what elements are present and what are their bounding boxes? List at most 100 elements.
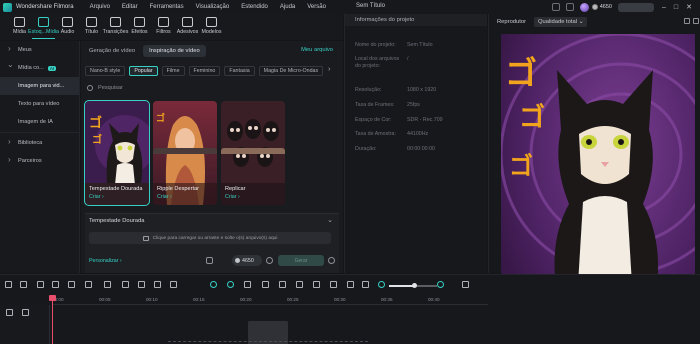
audio-icon: [62, 17, 73, 27]
menu-edit[interactable]: Editar: [122, 4, 138, 10]
card-create-link[interactable]: Criar ›: [89, 194, 104, 200]
magnet-icon[interactable]: [362, 281, 369, 288]
crop-icon[interactable]: [104, 281, 111, 288]
delete-icon[interactable]: [68, 281, 75, 288]
grid-icon[interactable]: [462, 281, 469, 288]
sidebar-item-label: Imagem de IA: [18, 119, 53, 125]
menu-version[interactable]: Versão: [307, 4, 326, 10]
divider: [0, 132, 79, 133]
zoom-in-icon[interactable]: [437, 281, 444, 288]
quality-select[interactable]: Qualidade total ⌄: [534, 17, 588, 27]
transform-icon[interactable]: [122, 281, 129, 288]
generate-button[interactable]: Gerar: [278, 255, 324, 266]
sidebar-item-image-to-video[interactable]: Imagem para vid...: [0, 77, 79, 95]
refresh-icon[interactable]: [266, 257, 273, 264]
layout-icon[interactable]: [5, 281, 12, 288]
filter-microwave-magic[interactable]: Magia De Micro-Ondas: [258, 66, 324, 76]
menu-tools[interactable]: Ferramentas: [150, 4, 184, 10]
tool-stock-media[interactable]: Estoq...Mídia: [28, 14, 59, 39]
tool-effects[interactable]: Efeitos: [128, 14, 151, 35]
help-icon[interactable]: [328, 257, 335, 264]
timeline-ruler[interactable]: 00:00 00:05 00:10 00:15 00:20 00:25 00:3…: [52, 295, 488, 305]
search-placeholder: Pesquisar: [98, 85, 123, 91]
menu-extended[interactable]: Estendido: [241, 4, 268, 10]
tool-filters[interactable]: Filtros: [152, 14, 175, 35]
tab-video-inspiration[interactable]: Inspiração de vídeo: [143, 45, 206, 57]
notification-icon[interactable]: [551, 3, 560, 11]
filter-film[interactable]: Filme: [161, 66, 185, 76]
tool-transitions[interactable]: Transições: [103, 14, 128, 35]
filter-popular[interactable]: Popular: [129, 66, 158, 76]
mic-icon[interactable]: [313, 281, 320, 288]
link-icon[interactable]: [22, 309, 29, 316]
info-label: Local dos arquivos do projeto:: [355, 56, 400, 69]
menu-view[interactable]: Visualização: [196, 4, 230, 10]
menu-file[interactable]: Arquivo: [90, 4, 110, 10]
template-card[interactable]: ゴ ゴ Tempestade Dourada Criar ›: [84, 100, 150, 206]
text-icon[interactable]: [138, 281, 145, 288]
sidebar-item-text-to-video[interactable]: Texto para vídeo: [0, 95, 79, 113]
credits-badge[interactable]: 4650: [591, 4, 612, 10]
maximize-icon[interactable]: □: [674, 4, 678, 11]
marker-icon[interactable]: [279, 281, 286, 288]
account-button[interactable]: [617, 2, 654, 12]
media-icon: [14, 17, 25, 27]
menu-help[interactable]: Ajuda: [280, 4, 295, 10]
chevron-right-icon[interactable]: ›: [328, 66, 330, 77]
close-icon[interactable]: ✕: [686, 3, 692, 11]
adjust-icon[interactable]: [154, 281, 161, 288]
tool-title[interactable]: Título: [80, 14, 103, 35]
upload-dropzone[interactable]: Clique para carregar ou arraste e solte …: [89, 232, 331, 244]
settings-icon[interactable]: [206, 257, 213, 264]
select-icon[interactable]: [20, 281, 27, 288]
add-track-icon[interactable]: [6, 309, 13, 316]
zoom-out-icon[interactable]: [378, 281, 385, 288]
tool-label: Estoq...Mídia: [28, 29, 59, 35]
tool-label: Áudio: [60, 29, 75, 35]
fullscreen-icon[interactable]: [693, 18, 699, 24]
filter-nano-b[interactable]: Nano-B style: [85, 66, 126, 76]
ai-effects-icon[interactable]: [227, 281, 234, 288]
filter-female[interactable]: Feminino: [188, 66, 221, 76]
tool-templates[interactable]: Modelos: [200, 14, 223, 35]
sidebar-item-label: Imagem para vid...: [18, 83, 65, 89]
tick-label: 00:35: [381, 297, 393, 302]
sidebar-item-mine[interactable]: Meus: [0, 41, 79, 59]
personalize-link[interactable]: Personalizar ›: [89, 258, 122, 264]
shield-icon[interactable]: [296, 281, 303, 288]
redo-icon[interactable]: [52, 281, 59, 288]
more-icon[interactable]: [170, 281, 177, 288]
svg-text:ゴ: ゴ: [92, 133, 102, 146]
zoom-slider-handle[interactable]: [412, 283, 417, 288]
sidebar-item-library[interactable]: Biblioteca: [0, 134, 79, 152]
audio-mix-icon[interactable]: [330, 281, 337, 288]
cut-icon[interactable]: [85, 281, 92, 288]
info-value: 44100Hz: [407, 131, 429, 137]
playhead-handle[interactable]: [49, 295, 56, 301]
sidebar-item-ai-media[interactable]: Mídia co... AI: [0, 59, 79, 77]
snap-icon[interactable]: [347, 281, 354, 288]
minimize-icon[interactable]: –: [662, 4, 666, 11]
info-heading: Informações do projeto: [345, 14, 487, 26]
filter-fantasy[interactable]: Fantasia: [224, 66, 255, 76]
card-create-link[interactable]: Criar ›: [225, 194, 240, 200]
split-icon[interactable]: [262, 281, 269, 288]
layout-icon[interactable]: [565, 3, 574, 11]
search-input[interactable]: Pesquisar: [85, 83, 205, 93]
card-create-link[interactable]: Criar ›: [157, 194, 172, 200]
chevron-down-icon[interactable]: ⌄: [327, 216, 333, 224]
svg-text:ゴ: ゴ: [519, 102, 545, 133]
avatar[interactable]: [579, 2, 589, 12]
ai-tools-icon[interactable]: [210, 281, 217, 288]
playhead[interactable]: [52, 295, 53, 344]
tool-audio[interactable]: Áudio: [56, 14, 79, 35]
tick-label: 00:05: [99, 297, 111, 302]
record-icon[interactable]: [244, 281, 251, 288]
tab-video-generation[interactable]: Geração de vídeo: [83, 45, 141, 57]
undo-icon[interactable]: [37, 281, 44, 288]
sidebar-item-ai-image[interactable]: Imagem de IA: [0, 113, 79, 131]
snapshot-icon[interactable]: [684, 18, 690, 24]
sidebar-item-partners[interactable]: Parceiros: [0, 152, 79, 170]
tool-stickers[interactable]: Adesivos: [176, 14, 199, 35]
my-file-link[interactable]: Meu arquivo: [301, 47, 333, 53]
